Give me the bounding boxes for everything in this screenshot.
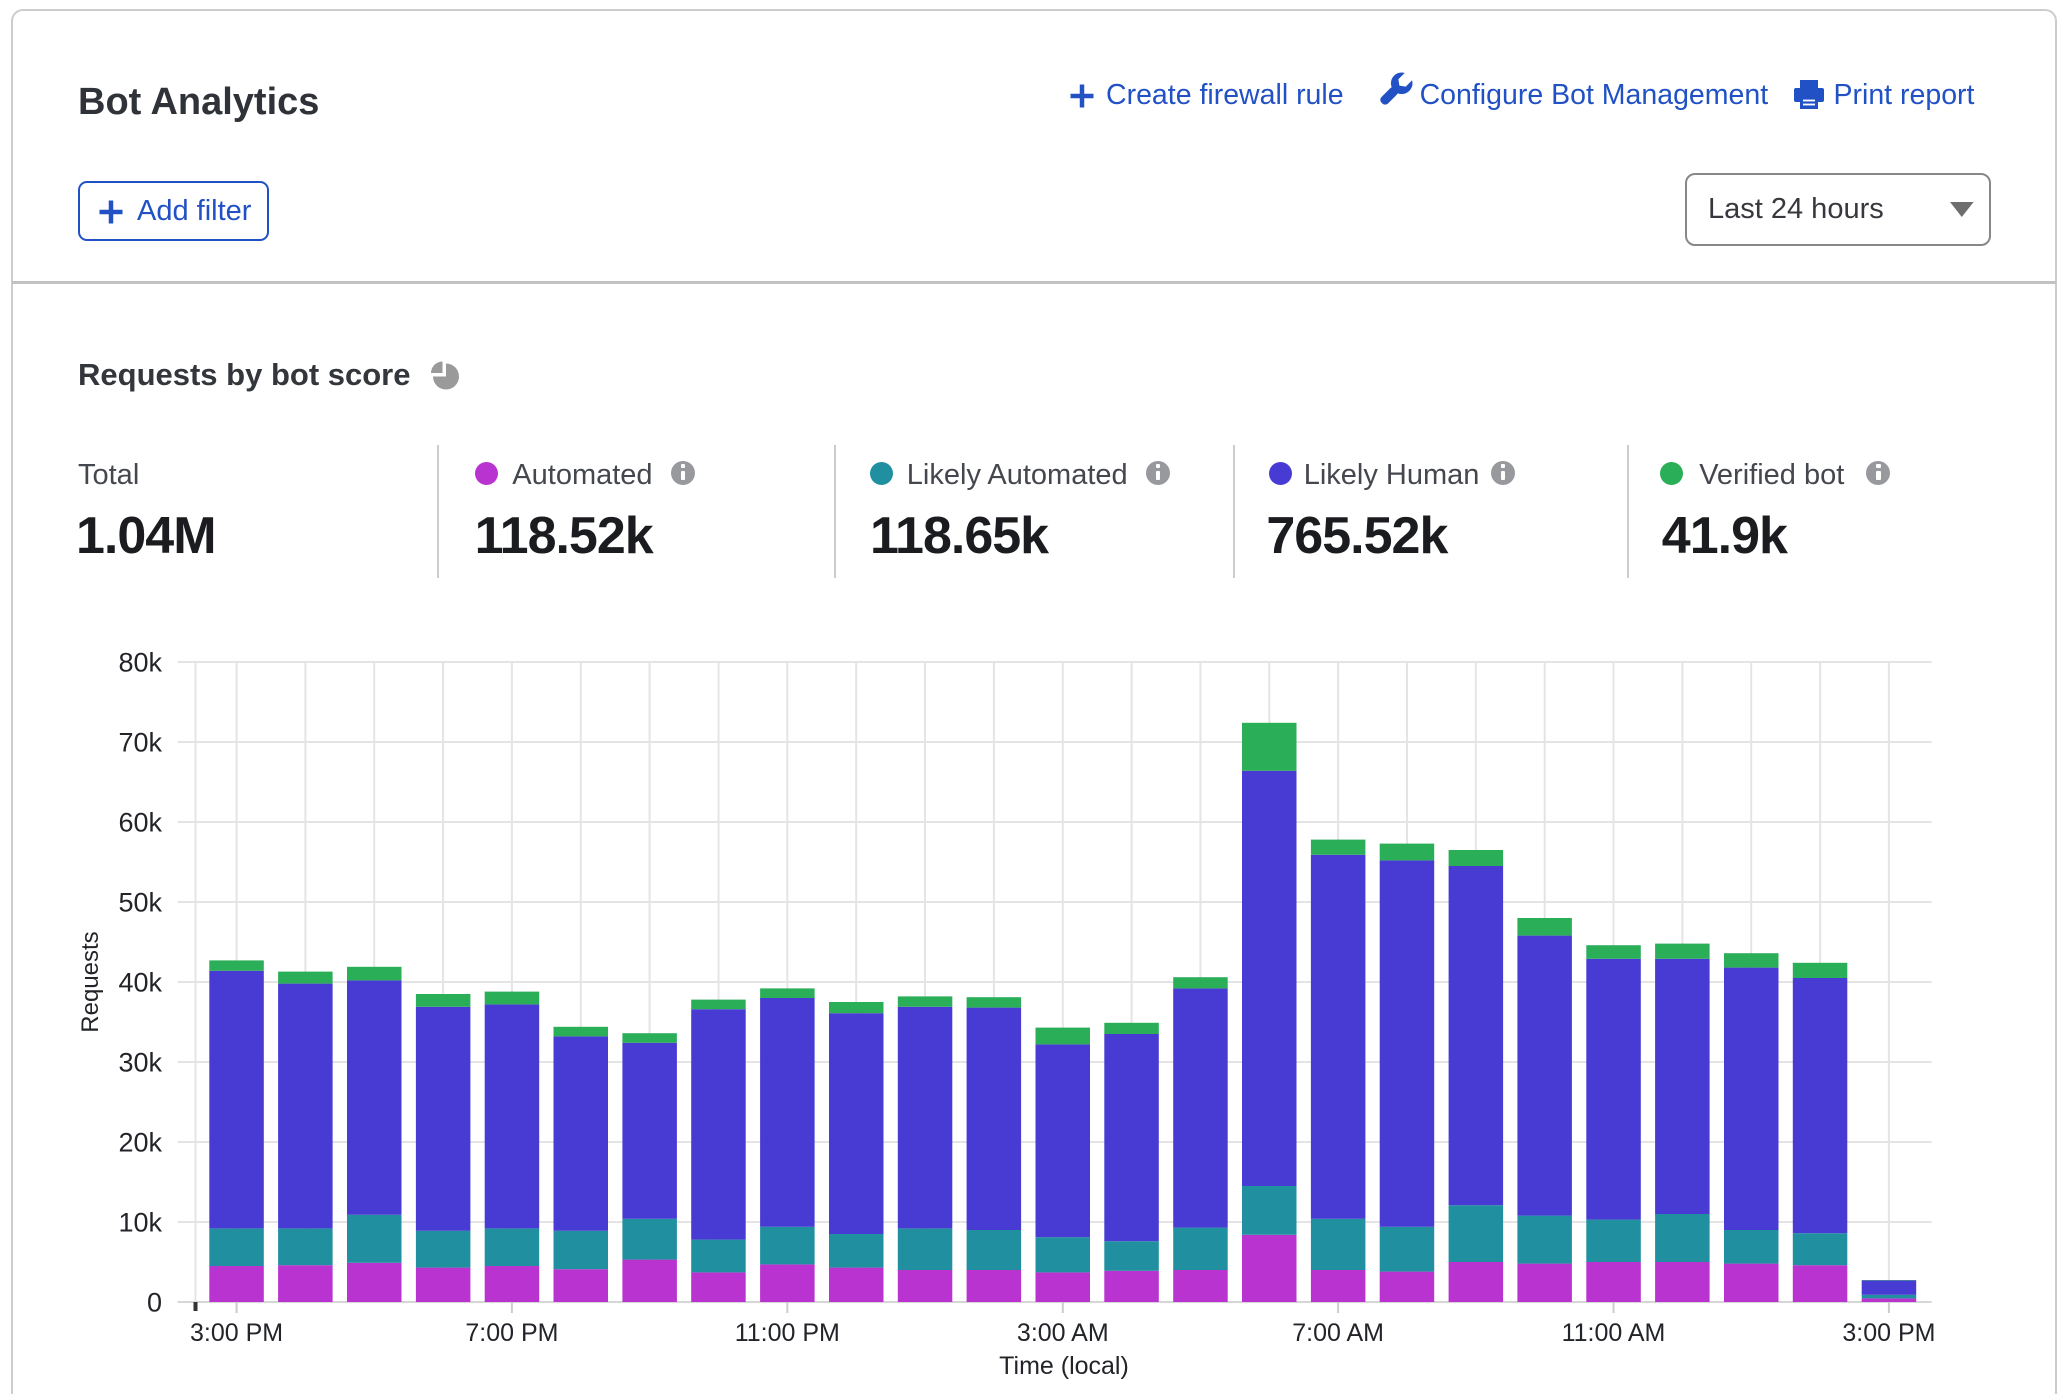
svg-text:Time (local): Time (local) — [999, 1352, 1129, 1380]
svg-text:40k: 40k — [118, 968, 162, 998]
svg-text:3:00 PM: 3:00 PM — [1842, 1319, 1935, 1347]
svg-text:7:00 PM: 7:00 PM — [465, 1319, 558, 1347]
svg-text:3:00 PM: 3:00 PM — [190, 1319, 283, 1347]
svg-text:11:00 AM: 11:00 AM — [1562, 1319, 1666, 1347]
svg-text:3:00 AM: 3:00 AM — [1017, 1319, 1109, 1347]
svg-text:50k: 50k — [118, 888, 162, 918]
svg-text:70k: 70k — [118, 728, 162, 758]
svg-text:20k: 20k — [118, 1128, 162, 1158]
svg-text:0: 0 — [147, 1288, 162, 1318]
svg-text:Requests: Requests — [77, 931, 104, 1032]
svg-text:30k: 30k — [118, 1048, 162, 1078]
svg-text:11:00 PM: 11:00 PM — [735, 1319, 840, 1347]
svg-text:7:00 AM: 7:00 AM — [1292, 1319, 1384, 1347]
svg-text:60k: 60k — [118, 808, 162, 838]
svg-text:80k: 80k — [118, 648, 162, 678]
svg-text:10k: 10k — [118, 1208, 162, 1238]
